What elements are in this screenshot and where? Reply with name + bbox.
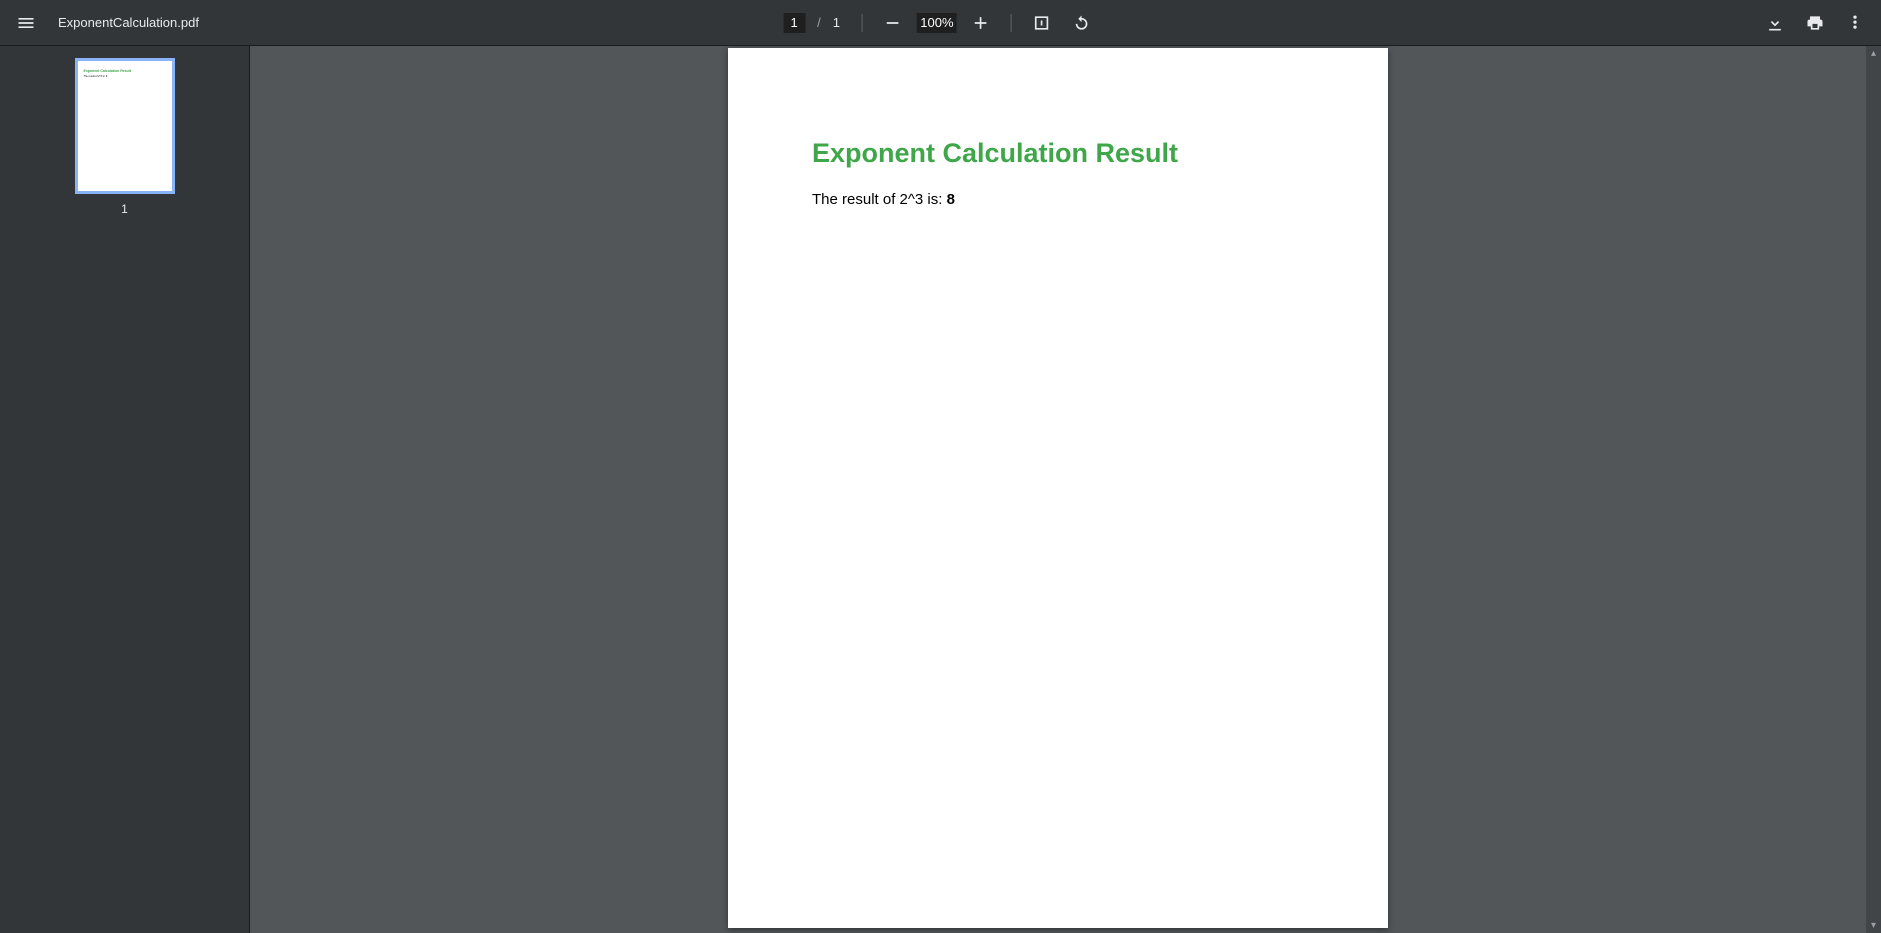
download-button[interactable] (1759, 7, 1791, 39)
page-viewer[interactable]: Exponent Calculation Result The result o… (250, 46, 1866, 933)
menu-icon (16, 13, 36, 33)
thumbnail-page: Exponent Calculation Result The result o… (75, 58, 175, 194)
thumbnail-item[interactable]: Exponent Calculation Result The result o… (75, 58, 175, 216)
print-button[interactable] (1799, 7, 1831, 39)
scrollbar[interactable]: ▴ ▾ (1866, 46, 1881, 933)
filename-label: ExponentCalculation.pdf (58, 15, 199, 30)
fit-page-icon (1032, 13, 1052, 33)
zoom-in-button[interactable] (965, 7, 997, 39)
thumbnail-mini-title: Exponent Calculation Result (84, 69, 166, 73)
toolbar-right (1759, 7, 1871, 39)
body-prefix: The result of 2^3 is: (812, 191, 947, 208)
minus-icon (883, 13, 903, 33)
divider (1011, 14, 1012, 32)
document-body: The result of 2^3 is: 8 (812, 191, 1304, 208)
main-area: Exponent Calculation Result The result o… (0, 46, 1881, 933)
fit-page-button[interactable] (1026, 7, 1058, 39)
thumbnail-sidebar: Exponent Calculation Result The result o… (0, 46, 250, 933)
body-value: 8 (947, 191, 955, 208)
zoom-input[interactable] (917, 13, 957, 33)
more-button[interactable] (1839, 7, 1871, 39)
page-number-input[interactable] (783, 13, 805, 33)
document-title: Exponent Calculation Result (812, 138, 1304, 169)
rotate-button[interactable] (1066, 7, 1098, 39)
pdf-page: Exponent Calculation Result The result o… (728, 48, 1388, 928)
print-icon (1805, 13, 1825, 33)
thumbnail-mini-line: The result of 2^3 is: 8 (84, 75, 166, 78)
page-total: 1 (833, 15, 848, 30)
toolbar-left: ExponentCalculation.pdf (10, 7, 199, 39)
page-separator: / (813, 15, 825, 30)
toolbar: ExponentCalculation.pdf / 1 (0, 0, 1881, 46)
more-vert-icon (1845, 13, 1865, 33)
thumbnail-number: 1 (121, 202, 128, 216)
scroll-down-arrow[interactable]: ▾ (1866, 918, 1881, 933)
toolbar-center: / 1 (783, 7, 1098, 39)
divider (862, 14, 863, 32)
rotate-icon (1072, 13, 1092, 33)
menu-button[interactable] (10, 7, 42, 39)
plus-icon (971, 13, 991, 33)
zoom-out-button[interactable] (877, 7, 909, 39)
scroll-up-arrow[interactable]: ▴ (1866, 46, 1881, 61)
download-icon (1765, 13, 1785, 33)
